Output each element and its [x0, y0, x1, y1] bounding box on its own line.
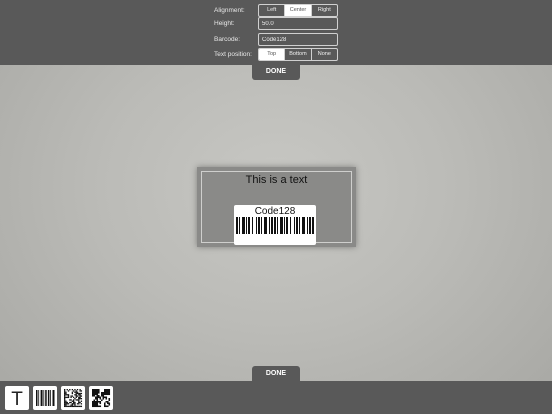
alignment-left-option[interactable]: Left: [259, 5, 286, 16]
settings-panel: Alignment: Left Center Right Height: Bar…: [0, 0, 552, 65]
bottom-toolbar: T: [0, 381, 552, 414]
text-tool-button[interactable]: T: [5, 386, 29, 410]
text-tool-icon: T: [11, 389, 23, 410]
alignment-segmented-control: Left Center Right: [258, 4, 338, 17]
text-position-segmented-control: Top Bottom None: [258, 48, 338, 61]
text-position-bottom-option[interactable]: Bottom: [285, 49, 312, 60]
datamatrix-tool-button[interactable]: [61, 386, 85, 410]
barcode-row: Barcode:: [0, 33, 552, 47]
barcode-field[interactable]: [258, 33, 338, 46]
height-label: Height:: [214, 20, 235, 27]
barcode-label: Barcode:: [214, 36, 241, 43]
text-position-top-option[interactable]: Top: [259, 49, 286, 60]
svg-text:T: T: [11, 389, 23, 410]
height-row: Height:: [0, 17, 552, 31]
text-position-row: Text position: Top Bottom None: [0, 48, 552, 62]
alignment-label: Alignment:: [214, 7, 245, 14]
done-button-bottom[interactable]: DONE: [252, 366, 300, 382]
text-element[interactable]: This is a text: [197, 174, 356, 186]
text-position-none-option[interactable]: None: [312, 49, 337, 60]
barcode-bars: [236, 217, 314, 234]
qrcode-tool-button[interactable]: [89, 386, 113, 410]
done-button-top[interactable]: DONE: [252, 64, 300, 80]
barcode-tool-icon: [36, 390, 55, 406]
datamatrix-tool-icon: [64, 389, 83, 408]
barcode-caption: Code128: [254, 206, 296, 217]
alignment-center-option[interactable]: Center: [285, 5, 312, 16]
barcode-element[interactable]: Code128: [234, 205, 316, 245]
alignment-right-option[interactable]: Right: [312, 5, 337, 16]
barcode-tool-button[interactable]: [33, 386, 57, 410]
height-field[interactable]: [258, 17, 338, 30]
qrcode-tool-icon: [92, 389, 111, 408]
alignment-row: Alignment: Left Center Right: [0, 4, 552, 18]
text-position-label: Text position:: [214, 51, 252, 58]
label-canvas: This is a text Code128: [197, 167, 356, 247]
